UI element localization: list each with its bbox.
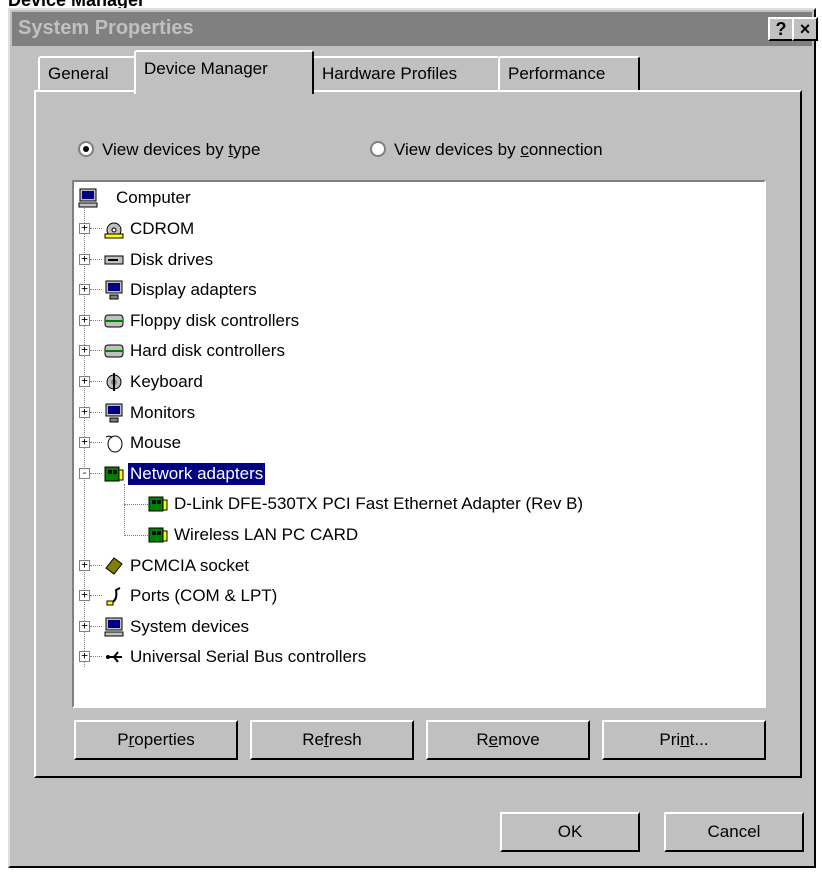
device-tree[interactable]: Computer + CDROM + Disk drives + Display adap…: [72, 180, 766, 708]
remove-button[interactable]: Remove: [426, 720, 590, 760]
tree-item-tree-items-9[interactable]: PCMCIA socket: [128, 555, 251, 577]
refresh-button[interactable]: Refresh: [250, 720, 414, 760]
tab-device-manager[interactable]: Device Manager: [134, 50, 314, 94]
keyboard-icon: [106, 373, 122, 391]
tree-item-tree-items-0[interactable]: CDROM: [128, 218, 196, 240]
tree-item-tree-items-1[interactable]: Disk drives: [128, 249, 215, 271]
title-bar[interactable]: System Properties ? ×: [12, 12, 818, 46]
tree-item-tree-items-8[interactable]: Network adapters: [128, 462, 266, 485]
expand-icon[interactable]: +: [79, 314, 90, 326]
expand-icon[interactable]: +: [79, 650, 90, 663]
window-title: System Properties: [18, 17, 194, 39]
print-button[interactable]: Print...: [602, 720, 766, 760]
ok-button[interactable]: OK: [500, 812, 640, 852]
monitor-icon: [105, 403, 123, 423]
expand-icon[interactable]: +: [79, 436, 90, 449]
usb-icon: [106, 651, 122, 664]
tab-general[interactable]: General: [38, 56, 138, 92]
expand-icon[interactable]: +: [79, 406, 90, 418]
tab-hardware-profiles[interactable]: Hardware Profiles: [312, 56, 500, 92]
expand-icon[interactable]: +: [79, 222, 90, 234]
network-card-icon: [148, 527, 168, 543]
view-by-connection-option[interactable]: View devices by connection: [370, 140, 603, 160]
expand-icon[interactable]: +: [79, 344, 90, 357]
tree-item-tree-items-11[interactable]: System devices: [128, 616, 251, 638]
tree-item-tree-items-10[interactable]: Ports (COM & LPT): [128, 585, 279, 607]
disk-drive-icon: [104, 255, 124, 265]
expand-icon[interactable]: +: [79, 559, 90, 571]
cdrom-icon: [104, 222, 124, 239]
radio-selected-icon[interactable]: [78, 141, 94, 157]
floppy-controller-icon: [104, 314, 124, 328]
close-button[interactable]: ×: [792, 17, 818, 41]
radio-unselected-icon[interactable]: [370, 141, 386, 157]
properties-button[interactable]: Properties: [74, 720, 238, 760]
tree-item-tree-items-3[interactable]: Floppy disk controllers: [128, 310, 301, 332]
tree-item-tree-items-2[interactable]: Display adapters: [128, 279, 259, 301]
network-card-icon: [148, 496, 168, 512]
tree-item-tree-items-5[interactable]: Keyboard: [128, 371, 205, 393]
tree-item-tree-items-8-children-1[interactable]: Wireless LAN PC CARD: [172, 524, 360, 546]
tree-root-computer[interactable]: Computer: [114, 187, 193, 209]
expand-icon[interactable]: +: [79, 283, 90, 296]
tree-item-tree-items-4[interactable]: Hard disk controllers: [128, 340, 287, 362]
expand-icon[interactable]: +: [79, 620, 90, 632]
tree-item-tree-items-8-children-0[interactable]: D-Link DFE-530TX PCI Fast Ethernet Adapt…: [172, 493, 585, 515]
tree-item-tree-items-7[interactable]: Mouse: [128, 432, 183, 454]
port-icon: [106, 587, 121, 606]
tree-item-tree-items-12[interactable]: Universal Serial Bus controllers: [128, 646, 368, 668]
mouse-icon: [105, 435, 123, 453]
pcmcia-icon: [105, 556, 123, 575]
expand-icon[interactable]: +: [79, 253, 90, 265]
tree-item-tree-items-6[interactable]: Monitors: [128, 402, 197, 424]
expand-icon[interactable]: +: [79, 375, 90, 387]
network-adapter-icon: [104, 466, 124, 482]
help-button[interactable]: ?: [768, 17, 794, 41]
collapse-icon[interactable]: -: [79, 467, 90, 479]
tab-performance[interactable]: Performance: [498, 56, 640, 92]
hard-disk-controller-icon: [104, 344, 124, 358]
computer-icon: [78, 188, 98, 208]
system-device-icon: [104, 617, 124, 637]
cancel-button[interactable]: Cancel: [664, 812, 804, 852]
expand-icon[interactable]: +: [79, 589, 90, 602]
display-adapter-icon: [105, 280, 123, 300]
view-by-type-option[interactable]: View devices by type: [78, 140, 260, 160]
